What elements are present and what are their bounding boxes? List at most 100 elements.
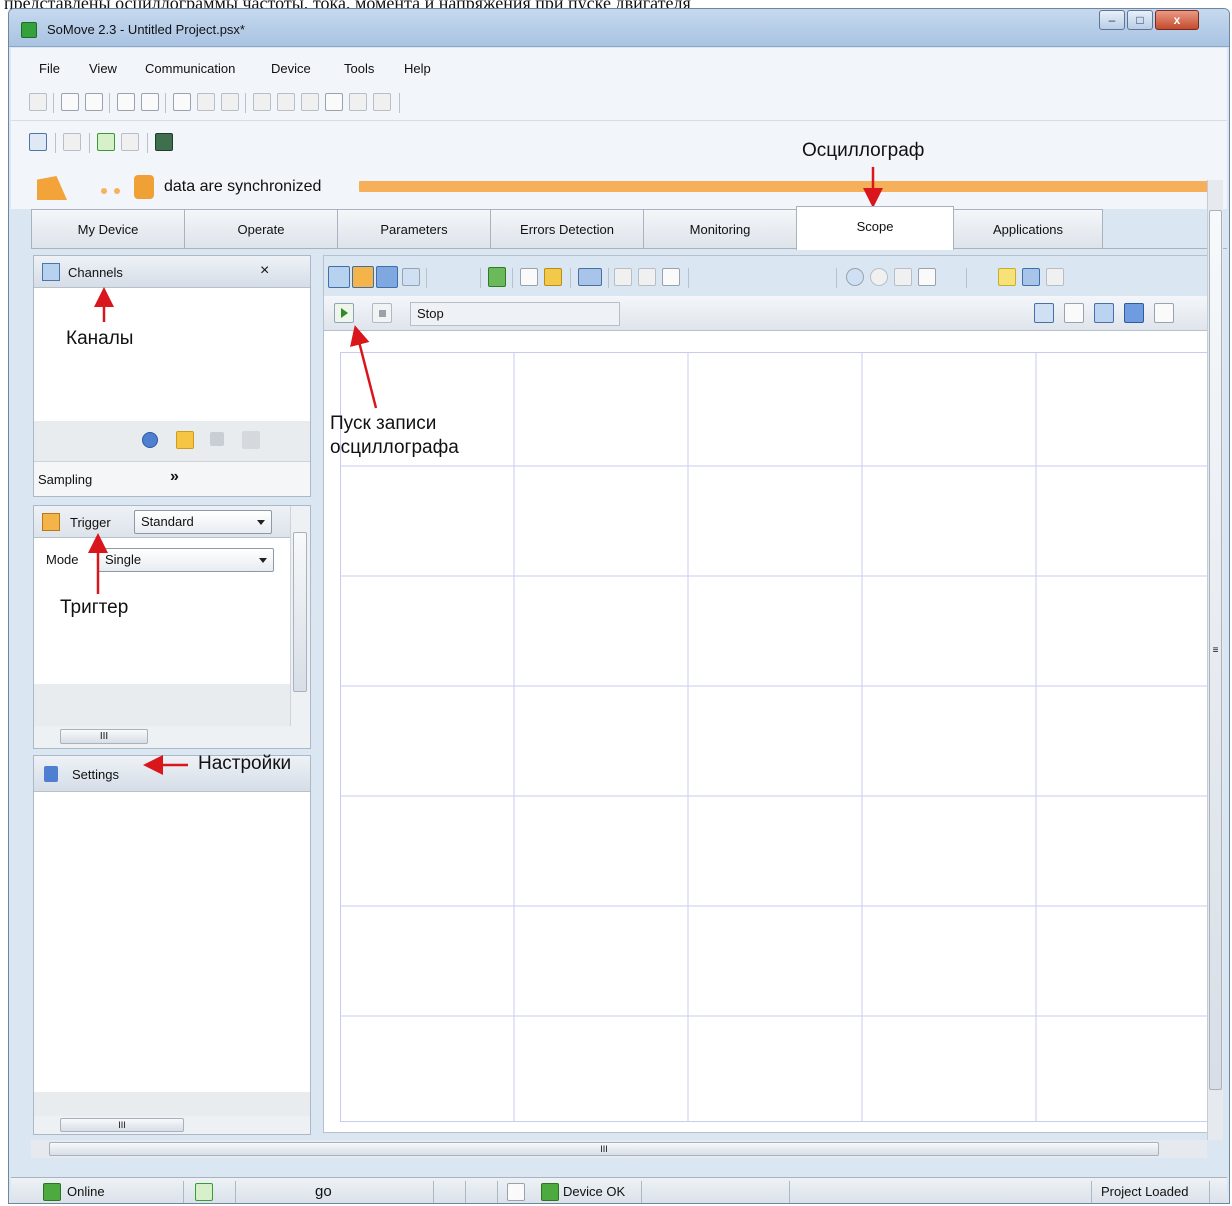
annotation-start-record: Пуск записи осциллографа — [330, 413, 459, 458]
maximize-button[interactable]: □ — [1127, 10, 1153, 30]
status-separator — [1091, 1181, 1092, 1203]
help-icon[interactable] — [1034, 303, 1054, 323]
channels-header: Channels × — [34, 256, 310, 288]
device-settings-icon[interactable] — [29, 133, 47, 151]
main-hscroll[interactable]: III — [31, 1140, 1207, 1158]
trigger-hscroll[interactable]: III — [34, 726, 310, 748]
main-hscroll-thumb[interactable]: III — [49, 1142, 1159, 1156]
save-record-icon[interactable] — [520, 268, 538, 286]
save-icon[interactable] — [117, 93, 135, 111]
minimize-button[interactable]: – — [1099, 10, 1125, 30]
window-icon[interactable] — [121, 133, 139, 151]
delete-channel-icon[interactable] — [242, 431, 260, 449]
sampling-expand-icon[interactable]: » — [170, 468, 179, 486]
app-icon — [21, 22, 37, 38]
legend-icon[interactable] — [1154, 303, 1174, 323]
tab-operate[interactable]: Operate — [184, 209, 338, 249]
menu-communication[interactable]: Communication — [145, 61, 235, 76]
upload-icon[interactable] — [349, 93, 367, 111]
trigger-toggle-icon[interactable] — [352, 266, 374, 288]
tab-applications[interactable]: Applications — [953, 209, 1103, 249]
sampling-row[interactable]: Sampling » — [34, 461, 310, 496]
menu-view[interactable]: View — [89, 61, 117, 76]
refresh-icon[interactable] — [195, 1183, 213, 1201]
channels-close-icon[interactable]: × — [260, 262, 269, 280]
zoom-100-icon[interactable] — [918, 268, 936, 286]
device-icon[interactable] — [325, 93, 343, 111]
play-record-button[interactable] — [334, 303, 354, 323]
export-image-icon[interactable] — [578, 268, 602, 286]
new-file-icon[interactable] — [61, 93, 79, 111]
mode-select[interactable]: Single — [98, 548, 274, 572]
tab-errors-detection[interactable]: Errors Detection — [490, 209, 644, 249]
refresh-icon[interactable] — [97, 133, 115, 151]
copy-icon[interactable] — [402, 268, 420, 286]
open-folder-icon[interactable] — [85, 93, 103, 111]
status-separator — [465, 1181, 466, 1203]
zoom-area-icon[interactable] — [894, 268, 912, 286]
tab-parameters[interactable]: Parameters — [337, 209, 491, 249]
menu-device[interactable]: Device — [271, 61, 311, 76]
save-as-icon[interactable] — [141, 93, 159, 111]
settings-hscroll[interactable]: III — [34, 1116, 310, 1134]
table-icon[interactable] — [614, 268, 632, 286]
record-list-icon[interactable] — [488, 267, 506, 287]
curve-style-icon[interactable] — [1064, 303, 1084, 323]
sampling-label: Sampling — [38, 472, 93, 487]
cursor-a-icon[interactable] — [432, 268, 450, 286]
add-channel-icon[interactable] — [176, 431, 194, 449]
edit-channel-icon[interactable] — [210, 432, 224, 446]
grid-icon[interactable] — [1124, 303, 1144, 323]
scan-icon[interactable] — [301, 93, 319, 111]
main-vscroll[interactable]: ≡ — [1207, 180, 1223, 1140]
trigger-hscroll-thumb[interactable]: III — [60, 729, 148, 744]
connection-dot-icon — [114, 188, 120, 194]
trigger-empty-area — [34, 684, 290, 726]
close-chart-icon[interactable] — [1046, 268, 1064, 286]
tab-scope[interactable]: Scope — [796, 206, 954, 250]
disconnect-icon[interactable] — [277, 93, 295, 111]
channels-toolbar — [34, 421, 310, 461]
trigger-vscroll-thumb[interactable] — [293, 532, 307, 692]
stop-record-button[interactable] — [372, 303, 392, 323]
settings-toggle-icon[interactable] — [376, 266, 398, 288]
copy-table-icon[interactable] — [638, 268, 656, 286]
menu-tools[interactable]: Tools — [344, 61, 374, 76]
menu-file[interactable]: File — [39, 61, 60, 76]
chevron-down-icon — [259, 558, 267, 563]
menu-bar: File View Communication Device Tools Hel… — [11, 48, 1227, 86]
menu-help[interactable]: Help — [404, 61, 431, 76]
tab-my-device[interactable]: My Device — [31, 209, 185, 249]
cursor-b-icon[interactable] — [456, 268, 474, 286]
print-preview-icon[interactable] — [173, 93, 191, 111]
zoom-in-icon[interactable] — [846, 268, 864, 286]
properties-icon[interactable] — [662, 268, 680, 286]
pan-hand-icon[interactable] — [942, 268, 960, 286]
download-icon[interactable] — [373, 93, 391, 111]
settings-hscroll-thumb[interactable]: III — [60, 1118, 184, 1132]
toolbar-separator — [109, 93, 110, 113]
trigger-type-select[interactable]: Standard — [134, 510, 272, 534]
open-record-icon[interactable] — [544, 268, 562, 286]
trigger-vscroll[interactable] — [290, 506, 310, 726]
note-icon[interactable] — [998, 268, 1016, 286]
crosshair-icon[interactable] — [974, 268, 992, 286]
status-separator — [235, 1181, 236, 1203]
print-icon[interactable] — [221, 93, 239, 111]
help-icon[interactable] — [142, 432, 158, 448]
status-separator — [183, 1181, 184, 1203]
layout-icon[interactable] — [1094, 303, 1114, 323]
close-button[interactable]: x — [1155, 10, 1199, 30]
home-icon[interactable] — [29, 93, 47, 111]
channels-toggle-icon[interactable] — [328, 266, 350, 288]
toolbar-separator — [966, 268, 967, 288]
calculator-icon[interactable] — [155, 133, 173, 151]
tab-monitoring[interactable]: Monitoring — [643, 209, 797, 249]
chart-icon[interactable] — [1022, 268, 1040, 286]
channels-title: Channels — [68, 265, 123, 280]
print-icon[interactable] — [63, 133, 81, 151]
page-setup-icon[interactable] — [197, 93, 215, 111]
connect-icon[interactable] — [253, 93, 271, 111]
main-vscroll-thumb[interactable]: ≡ — [1209, 210, 1222, 1090]
zoom-out-icon[interactable] — [870, 268, 888, 286]
